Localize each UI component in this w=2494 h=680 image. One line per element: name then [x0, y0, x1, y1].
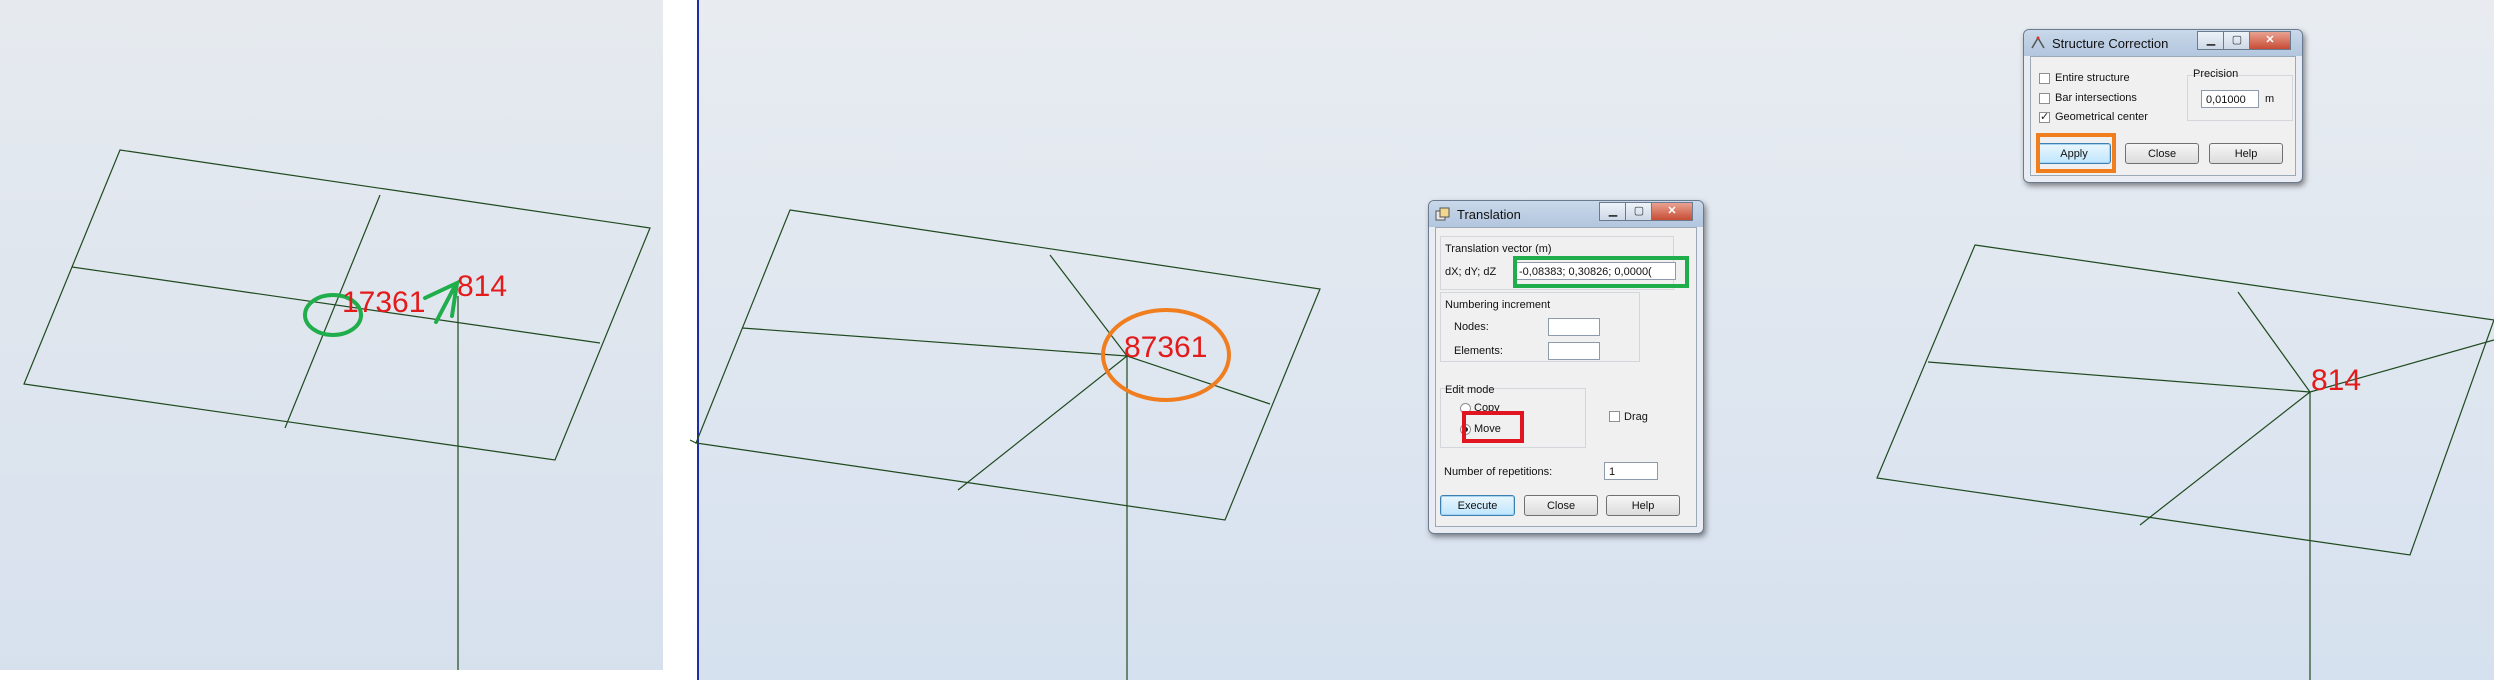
nodes-label: Nodes:	[1454, 321, 1489, 333]
annotation-green-box	[1513, 256, 1689, 288]
maximize-button[interactable]: ▢	[1625, 202, 1653, 221]
close-button[interactable]: Close	[2125, 143, 2199, 164]
slab-edge-middle-2	[741, 327, 1128, 357]
annotation-red-box	[1462, 411, 1524, 443]
drag-label: Drag	[1624, 411, 1648, 423]
bar-intersections-label: Bar intersections	[2055, 92, 2137, 104]
translation-app-icon	[1435, 207, 1450, 221]
slab-edge-middle-3	[957, 355, 1128, 491]
minimize-button[interactable]: ▁	[1599, 202, 1627, 221]
close-button[interactable]: Close	[1524, 495, 1598, 516]
geometrical-center-checkbox[interactable]	[2039, 110, 2050, 123]
entire-structure-label: Entire structure	[2055, 72, 2130, 84]
slab-outline-right	[1876, 244, 2494, 556]
maximize-button[interactable]: ▢	[2223, 31, 2251, 50]
structure-title: Structure Correction	[2052, 36, 2169, 51]
precision-label: Precision	[2193, 68, 2239, 80]
precision-input[interactable]: 0,01000	[2201, 90, 2259, 108]
slab-edge-left-2	[71, 266, 601, 344]
dxdydz-label: dX; dY; dZ	[1445, 266, 1497, 278]
structure-correction-dialog: Structure Correction ▁ ▢ ✕ Entire struct…	[2023, 29, 2303, 183]
drag-checkbox[interactable]	[1609, 411, 1620, 422]
repetitions-input[interactable]: 1	[1604, 462, 1658, 480]
node-label-814-right: 814	[2311, 364, 2362, 397]
repetitions-label: Number of repetitions:	[1444, 466, 1553, 478]
slab-edge-right-2	[1927, 361, 2311, 393]
structure-titlebar[interactable]: Structure Correction ▁ ▢ ✕	[2024, 30, 2302, 56]
elements-label: Elements:	[1454, 345, 1503, 357]
minimize-button[interactable]: ▁	[2197, 31, 2225, 50]
geometrical-center-label: Geometrical center	[2055, 111, 2148, 123]
precision-unit: m	[2265, 93, 2275, 105]
entire-structure-checkbox[interactable]	[2039, 73, 2050, 84]
elements-input[interactable]	[1548, 342, 1600, 360]
help-button[interactable]: Help	[2209, 143, 2283, 164]
slab-edge-right-3	[2139, 391, 2311, 526]
node-label-overlap: 87361	[1124, 331, 1208, 364]
structure-correction-app-icon	[2031, 36, 2045, 49]
node-label-17361: 17361	[342, 286, 426, 319]
nodes-input[interactable]	[1548, 318, 1600, 336]
help-button[interactable]: Help	[1606, 495, 1680, 516]
edit-mode-label: Edit mode	[1445, 384, 1495, 396]
bar-intersections-checkbox[interactable]	[2039, 93, 2050, 104]
numbering-group-label: Numbering increment	[1445, 299, 1551, 311]
translation-title: Translation	[1457, 207, 1521, 222]
execute-button[interactable]: Execute	[1440, 495, 1515, 516]
close-window-button[interactable]: ✕	[2249, 31, 2291, 50]
vector-group-label: Translation vector (m)	[1445, 243, 1552, 255]
annotation-orange-box	[2036, 133, 2116, 173]
translation-titlebar[interactable]: Translation ▁ ▢ ✕	[1429, 201, 1703, 227]
slab-edge-middle-1	[1049, 254, 1128, 357]
annotation-green-arrow	[423, 279, 460, 324]
translation-dialog: Translation ▁ ▢ ✕ Translation vector (m)…	[1428, 200, 1704, 534]
close-window-button[interactable]: ✕	[1651, 202, 1693, 221]
node-label-814: 814	[457, 270, 508, 303]
slab-edge-right-1	[2237, 291, 2311, 393]
